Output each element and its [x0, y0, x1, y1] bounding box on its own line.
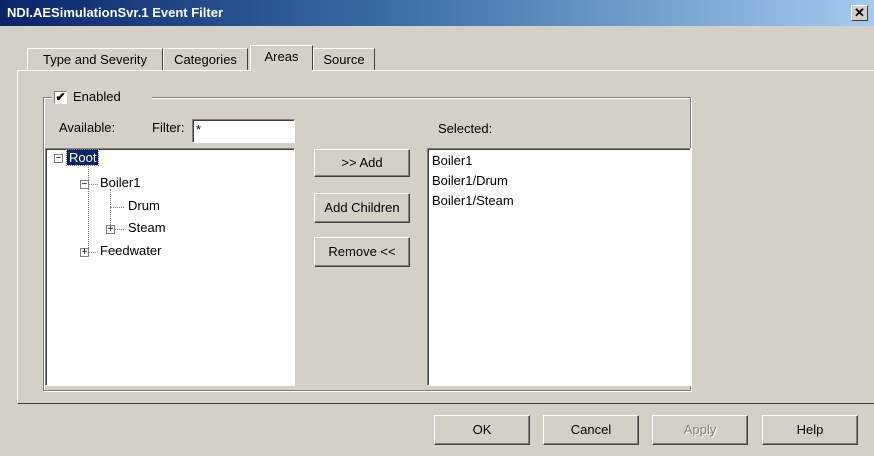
tree-item-boiler1[interactable]: Boiler1 — [100, 175, 140, 190]
close-button[interactable]: ✕ — [851, 5, 868, 21]
tree-item-drum[interactable]: Drum — [128, 198, 160, 213]
close-icon: ✕ — [854, 5, 865, 20]
check-icon: ✔ — [55, 90, 66, 104]
filter-label: Filter: — [152, 120, 185, 135]
cancel-label: Cancel — [570, 422, 612, 437]
tab-label: Type and Severity — [42, 52, 148, 67]
tab-type-and-severity[interactable]: Type and Severity — [27, 48, 163, 70]
add-children-label: Add Children — [324, 200, 400, 215]
steam-expand-icon[interactable]: + — [106, 225, 115, 235]
tab-source[interactable]: Source — [313, 48, 375, 70]
help-label: Help — [796, 422, 824, 437]
filter-value: * — [196, 122, 202, 137]
window-title: NDI.AESimulationSvr.1 Event Filter — [7, 5, 223, 20]
enabled-label: Enabled — [73, 89, 121, 104]
list-item[interactable]: Boiler1/Steam — [432, 191, 686, 211]
tab-areas[interactable]: Areas — [250, 45, 313, 70]
remove-button[interactable]: Remove << — [314, 237, 410, 267]
filter-input[interactable]: * — [192, 119, 295, 143]
tab-label: Categories — [174, 52, 237, 67]
tree-line — [88, 164, 89, 254]
boiler1-collapse-icon[interactable]: − — [80, 180, 89, 190]
add-button[interactable]: >> Add — [314, 149, 410, 177]
list-item[interactable]: Boiler1/Drum — [432, 171, 686, 191]
add-button-label: >> Add — [341, 155, 383, 170]
cancel-button[interactable]: Cancel — [543, 415, 639, 445]
root-collapse-icon[interactable]: − — [54, 154, 63, 164]
apply-label: Apply — [683, 422, 717, 437]
tab-categories[interactable]: Categories — [163, 48, 248, 70]
help-button[interactable]: Help — [762, 415, 858, 445]
available-label: Available: — [59, 120, 116, 135]
feedwater-expand-icon[interactable]: + — [80, 248, 89, 258]
tree-item-feedwater[interactable]: Feedwater — [100, 243, 161, 258]
selected-label: Selected: — [438, 121, 493, 136]
tree-line — [88, 184, 98, 185]
tab-label: Source — [323, 52, 365, 67]
remove-button-label: Remove << — [328, 244, 396, 259]
ok-button[interactable]: OK — [434, 415, 530, 445]
enabled-checkbox[interactable]: ✔ — [54, 91, 67, 104]
tree-item-steam[interactable]: Steam — [128, 220, 166, 235]
tree-item-root[interactable]: Root — [65, 149, 100, 166]
tree-line — [88, 252, 98, 253]
ok-label: OK — [472, 422, 492, 437]
apply-button[interactable]: Apply — [652, 415, 748, 445]
tree-line — [110, 207, 124, 208]
active-tab-joint — [251, 69, 312, 71]
list-item[interactable]: Boiler1 — [432, 151, 686, 171]
add-children-button[interactable]: Add Children — [314, 193, 410, 223]
selected-list[interactable]: Boiler1 Boiler1/Drum Boiler1/Steam — [427, 148, 691, 386]
tab-label: Areas — [264, 49, 299, 64]
